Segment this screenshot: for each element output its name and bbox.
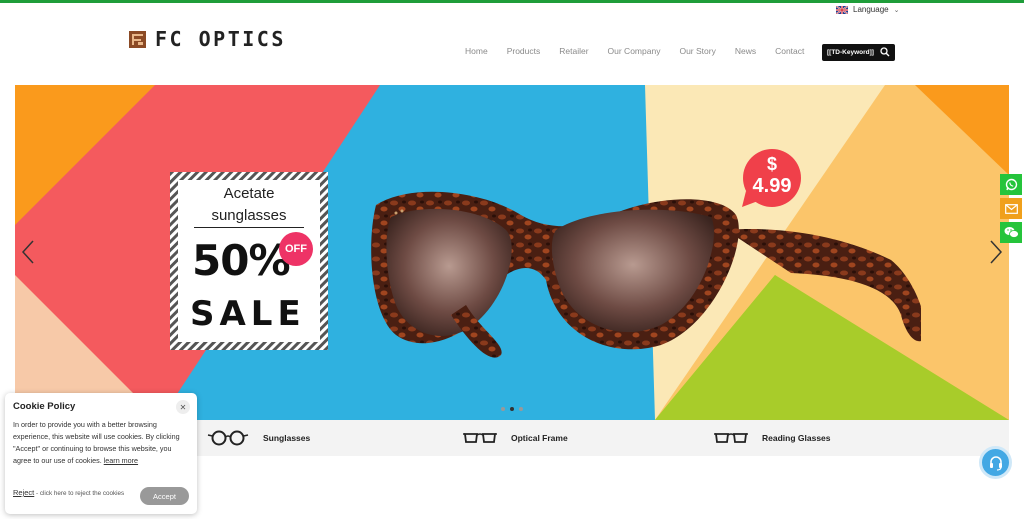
learn-more-link[interactable]: learn more xyxy=(104,456,138,465)
uk-flag-icon xyxy=(836,5,848,14)
reading-glasses-icon xyxy=(714,433,748,443)
category-optical-frame[interactable]: Optical Frame xyxy=(463,420,568,456)
top-stripe xyxy=(0,0,1024,3)
category-sunglasses[interactable]: Sunglasses xyxy=(207,420,310,456)
reject-note: - click here to reject the cookies xyxy=(34,490,125,497)
email-icon xyxy=(1004,203,1018,214)
cookie-body: In order to provide you with a better br… xyxy=(13,419,189,467)
optical-frame-icon xyxy=(463,433,497,443)
promo-line2: sunglasses xyxy=(211,207,287,224)
page: Language ⌄ FC OPTICS Home Products Retai… xyxy=(0,0,1024,519)
nav-our-story[interactable]: Our Story xyxy=(679,46,715,56)
nav-news[interactable]: News xyxy=(735,46,756,56)
promo-off-badge: OFF xyxy=(279,232,313,266)
nav-products[interactable]: Products xyxy=(507,46,541,56)
category-label: Optical Frame xyxy=(511,433,568,443)
nav-home[interactable]: Home xyxy=(465,46,488,56)
close-icon[interactable]: ✕ xyxy=(176,400,190,414)
reject-link[interactable]: Reject xyxy=(13,488,34,497)
headset-icon xyxy=(989,455,1002,471)
cookie-text: In order to provide you with a better br… xyxy=(13,420,180,465)
category-label: Reading Glasses xyxy=(762,433,831,443)
category-label: Sunglasses xyxy=(263,433,311,443)
search-icon[interactable] xyxy=(880,47,890,57)
hero-banner[interactable]: Acetate sunglasses 50% OFF SALE $ 4.99 xyxy=(15,85,1009,420)
reject-row: Reject - click here to reject the cookie… xyxy=(13,488,124,497)
whatsapp-button[interactable] xyxy=(1000,174,1022,195)
language-label: Language xyxy=(853,5,889,14)
whatsapp-icon xyxy=(1005,178,1017,191)
arrow-left-icon xyxy=(22,240,34,264)
wechat-button[interactable] xyxy=(1000,222,1022,243)
logo-text: FC OPTICS xyxy=(155,27,286,51)
promo-card: Acetate sunglasses 50% OFF SALE xyxy=(170,172,328,350)
nav-contact[interactable]: Contact xyxy=(775,46,804,56)
promo-line1: Acetate xyxy=(223,185,275,202)
main-nav: Home Products Retailer Our Company Our S… xyxy=(465,46,823,56)
nav-our-company[interactable]: Our Company xyxy=(608,46,661,56)
wechat-icon xyxy=(1004,227,1019,238)
price-symbol: $ xyxy=(766,154,777,174)
cookie-popup: Cookie Policy ✕ In order to provide you … xyxy=(5,393,197,514)
slider-dot[interactable] xyxy=(519,407,523,411)
slider-dot[interactable] xyxy=(501,407,505,411)
search-box[interactable]: [[TD-Keyword]] xyxy=(822,44,895,61)
sunglasses-icon xyxy=(207,430,249,446)
arrow-right-icon xyxy=(990,240,1002,264)
slider-dot-active[interactable] xyxy=(510,407,514,411)
support-chat-button[interactable] xyxy=(979,446,1012,479)
chevron-down-icon: ⌄ xyxy=(893,6,900,14)
logo-mark-icon xyxy=(129,30,146,48)
promo-inner: Acetate sunglasses 50% OFF SALE xyxy=(178,180,320,342)
search-keyword: [[TD-Keyword]] xyxy=(827,49,874,56)
category-reading-glasses[interactable]: Reading Glasses xyxy=(714,420,831,456)
accept-button[interactable]: Accept xyxy=(140,487,189,505)
logo[interactable]: FC OPTICS xyxy=(129,27,286,51)
slider-dots xyxy=(501,407,523,411)
language-selector[interactable]: Language ⌄ xyxy=(836,5,899,14)
sunglasses-image xyxy=(371,191,921,358)
nav-retailer[interactable]: Retailer xyxy=(559,46,588,56)
promo-sale: SALE xyxy=(190,294,306,334)
email-button[interactable] xyxy=(1000,198,1022,219)
promo-percent: 50% xyxy=(192,236,291,285)
slider-prev-button[interactable] xyxy=(18,237,38,267)
cookie-title: Cookie Policy xyxy=(13,401,76,412)
promo-rule xyxy=(194,227,304,228)
